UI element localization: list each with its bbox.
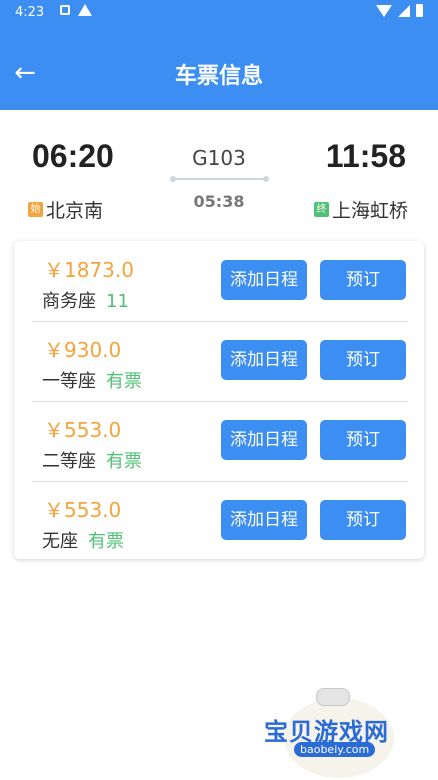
seat-class-name: 一等座 xyxy=(42,371,96,392)
arrive-time: 11:58 xyxy=(325,138,406,174)
seat-row: ￥930.0 一等座 有票 添加日程 预订 xyxy=(32,321,408,402)
seat-class-name: 商务座 xyxy=(42,291,96,312)
seat-row: ￥553.0 二等座 有票 添加日程 预订 xyxy=(32,401,408,482)
seat-availability: 有票 xyxy=(106,371,142,392)
wifi-icon xyxy=(376,4,392,17)
seat-class: 商务座 11 xyxy=(42,287,129,313)
route-dot-end xyxy=(263,176,269,182)
battery-icon xyxy=(416,4,423,17)
notification-icon xyxy=(60,5,70,15)
route-dot-start xyxy=(170,176,176,182)
book-button[interactable]: 预订 xyxy=(320,500,406,540)
seat-price: ￥930.0 xyxy=(44,338,122,362)
depart-station-name: 北京南 xyxy=(46,200,104,222)
seat-class-name: 无座 xyxy=(42,531,78,552)
seat-availability: 有票 xyxy=(88,531,124,552)
book-button[interactable]: 预订 xyxy=(320,420,406,460)
page-title: 车票信息 xyxy=(174,63,263,88)
seat-card: ￥1873.0 商务座 11 添加日程 预订 ￥930.0 一等座 有票 添加日程 … xyxy=(14,241,424,559)
add-schedule-button[interactable]: 添加日程 xyxy=(221,340,307,380)
status-bar: 4:23 xyxy=(0,0,438,26)
seat-row: ￥1873.0 商务座 11 添加日程 预订 xyxy=(32,241,408,322)
route-line xyxy=(172,178,267,180)
arrive-station-name: 上海虹桥 xyxy=(331,200,408,222)
seat-class: 二等座 有票 xyxy=(42,447,142,473)
add-schedule-button[interactable]: 添加日程 xyxy=(221,420,307,460)
seat-availability: 11 xyxy=(106,291,129,312)
start-tag-icon: 始 xyxy=(28,202,43,217)
book-button[interactable]: 预订 xyxy=(320,260,406,300)
seat-row: ￥553.0 无座 有票 添加日程 预订 xyxy=(32,481,408,561)
watermark-logo: 宝贝游戏网 baobeiy.com xyxy=(264,688,414,778)
add-schedule-button[interactable]: 添加日程 xyxy=(221,500,307,540)
app-bar: 4:23 ← 车票信息 xyxy=(0,0,438,110)
end-tag-icon: 终 xyxy=(313,202,329,217)
seat-price: ￥1873.0 xyxy=(44,258,134,282)
seat-price: ￥553.0 xyxy=(44,418,122,442)
seat-class: 一等座 有票 xyxy=(42,367,142,393)
arrive-station: 终 上海虹桥 xyxy=(313,196,408,223)
seat-class: 无座 有票 xyxy=(42,527,124,553)
add-schedule-button[interactable]: 添加日程 xyxy=(221,260,307,300)
warning-icon xyxy=(78,4,92,16)
seat-availability: 有票 xyxy=(106,451,142,472)
watermark-url: baobeiy.com xyxy=(294,742,376,757)
seat-class-name: 二等座 xyxy=(42,451,96,472)
signal-icon xyxy=(398,4,410,17)
game-controller-icon xyxy=(316,688,350,706)
depart-station: 始 北京南 xyxy=(28,196,103,223)
seat-price: ￥553.0 xyxy=(44,498,122,522)
status-time: 4:23 xyxy=(15,5,45,20)
book-button[interactable]: 预订 xyxy=(320,340,406,380)
